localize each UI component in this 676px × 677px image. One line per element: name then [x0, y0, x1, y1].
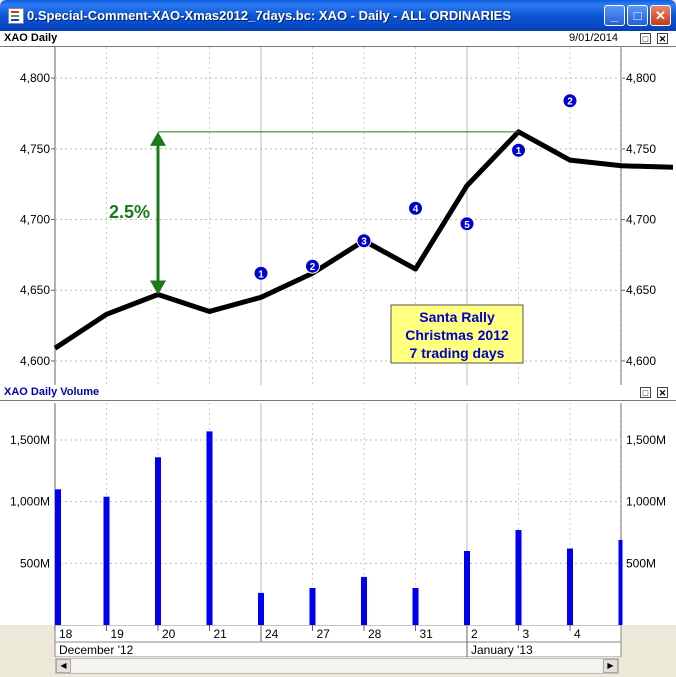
- volume-bar: [618, 539, 623, 625]
- minimize-button[interactable]: _: [604, 5, 625, 26]
- price-pane-header: XAO Daily 9/01/2014 □ ✕: [0, 31, 676, 47]
- volume-bar: [309, 588, 316, 625]
- y-tick-label-left: 1,500M: [10, 433, 50, 447]
- y-tick-label-left: 500M: [20, 556, 50, 570]
- date-tick-label: 31: [420, 627, 434, 641]
- volume-pane-header: XAO Daily Volume □ ✕: [0, 385, 676, 401]
- window-title: 0.Special-Comment-XAO-Xmas2012_7days.bc:…: [27, 8, 512, 23]
- date-tick-label: 24: [265, 627, 279, 641]
- month-label: January '13: [471, 643, 533, 657]
- y-tick-label-left: 1,000M: [10, 495, 50, 509]
- date-tick-label: 21: [214, 627, 228, 641]
- date-tick-label: 18: [59, 627, 73, 641]
- pane-restore-icon[interactable]: □: [640, 33, 651, 44]
- date-tick-label: 19: [111, 627, 125, 641]
- marker-label: 4: [413, 204, 419, 215]
- date-tick-label: 3: [523, 627, 530, 641]
- marker-label: 1: [258, 269, 264, 280]
- month-label: December '12: [59, 643, 134, 657]
- y-tick-label-left: 4,750: [20, 142, 50, 156]
- annotation-percent: 2.5%: [109, 202, 150, 222]
- y-tick-label-left: 4,700: [20, 213, 50, 227]
- close-button[interactable]: ✕: [650, 5, 671, 26]
- volume-bar: [258, 592, 264, 625]
- pane-close-icon[interactable]: ✕: [657, 387, 668, 398]
- app-icon[interactable]: [8, 8, 24, 24]
- volume-bar: [567, 548, 573, 625]
- volume-pane: XAO Daily Volume □ ✕ 500M 500M 1,000M 1,000…: [0, 385, 676, 625]
- y-tick-label-right: 4,700: [626, 213, 656, 227]
- volume-bar: [103, 496, 110, 625]
- note-line: 7 trading days: [410, 345, 505, 361]
- date-tick-label: 27: [317, 627, 331, 641]
- marker-label: 2: [567, 97, 573, 108]
- date-tick-label: 2: [471, 627, 478, 641]
- volume-bar: [206, 431, 213, 625]
- scroll-right-icon[interactable]: ▶: [603, 659, 618, 673]
- y-tick-label-right: 500M: [626, 556, 656, 570]
- marker-label: 2: [310, 262, 316, 273]
- note-line: Christmas 2012: [405, 327, 509, 343]
- volume-pane-title: XAO Daily Volume: [4, 386, 100, 398]
- arrow-head-down: [150, 280, 166, 295]
- y-tick-label-left: 4,800: [20, 71, 50, 85]
- scroll-left-icon[interactable]: ◀: [56, 659, 71, 673]
- date-axis-bg: [54, 625, 622, 657]
- y-tick-label-right: 4,750: [626, 142, 656, 156]
- y-tick-label-left: 4,600: [20, 354, 50, 368]
- volume-bar: [515, 530, 522, 625]
- price-pane: XAO Daily 9/01/2014 □ ✕ 4,600 4,600 4,650 4…: [0, 31, 676, 385]
- y-tick-label-right: 1,500M: [626, 433, 666, 447]
- y-tick-label-right: 1,000M: [626, 495, 666, 509]
- note-box: Santa Rally Christmas 2012 7 trading days: [390, 304, 524, 364]
- pane-close-icon[interactable]: ✕: [657, 33, 668, 44]
- maximize-button[interactable]: □: [627, 5, 648, 26]
- date-tick-label: 28: [368, 627, 382, 641]
- volume-bar: [412, 588, 419, 625]
- volume-chart: 500M 500M 1,000M 1,000M 1,500M 1,500M: [10, 403, 666, 625]
- volume-bar: [155, 457, 161, 625]
- chart-date: 9/01/2014: [569, 32, 618, 44]
- marker-label: 1: [516, 146, 522, 157]
- arrow-head-up: [150, 131, 166, 146]
- price-chart: 4,600 4,600 4,650 4,650 4,700 4,700 4,750 4,750…: [20, 47, 674, 385]
- marker-label: 3: [361, 237, 367, 248]
- horizontal-scrollbar[interactable]: ◀ ▶: [55, 658, 619, 674]
- volume-bar: [464, 551, 470, 625]
- date-tick-label: 20: [162, 627, 176, 641]
- y-tick-label-right: 4,800: [626, 71, 656, 85]
- title-bar[interactable]: 0.Special-Comment-XAO-Xmas2012_7days.bc:…: [0, 0, 676, 31]
- marker-label: 5: [464, 220, 470, 231]
- volume-bar: [361, 576, 367, 625]
- pane-restore-icon[interactable]: □: [640, 387, 651, 398]
- date-axis: 18 19 20 21 24 27 28 31 2 3 4 December '12 January '…: [54, 625, 622, 657]
- app-window: 0.Special-Comment-XAO-Xmas2012_7days.bc:…: [0, 0, 676, 677]
- price-pane-title: XAO Daily: [4, 32, 58, 44]
- y-tick-label-right: 4,650: [626, 283, 656, 297]
- date-tick-label: 4: [574, 627, 581, 641]
- volume-bar: [55, 489, 61, 625]
- y-tick-label-left: 4,650: [20, 283, 50, 297]
- note-line: Santa Rally: [419, 309, 495, 325]
- y-tick-label-right: 4,600: [626, 354, 656, 368]
